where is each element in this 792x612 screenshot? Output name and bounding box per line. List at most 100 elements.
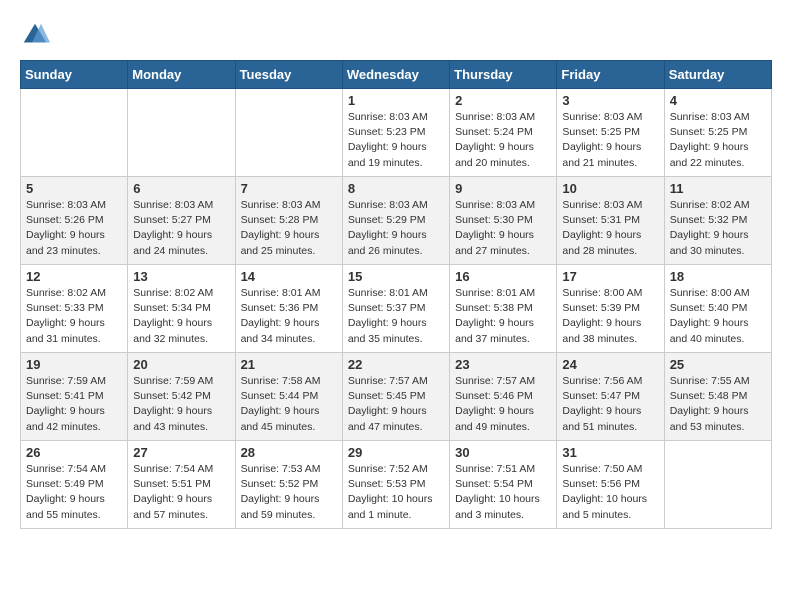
day-cell: 6 Sunrise: 8:03 AM Sunset: 5:27 PM Daylig… [128,177,235,265]
day-number: 9 [455,181,551,196]
day-cell: 3 Sunrise: 8:03 AM Sunset: 5:25 PM Daylig… [557,89,664,177]
day-number: 18 [670,269,766,284]
day-cell: 28Sunrise: 7:53 AM Sunset: 5:52 PM Dayli… [235,441,342,529]
day-info: Sunrise: 8:03 AM Sunset: 5:25 PM Dayligh… [562,110,658,171]
week-row-3: 12 Sunrise: 8:02 AM Sunset: 5:33 PM Dayli… [21,265,772,353]
day-info: Sunrise: 7:57 AM Sunset: 5:46 PM Dayligh… [455,374,551,435]
day-info: Sunrise: 8:03 AM Sunset: 5:30 PM Dayligh… [455,198,551,259]
day-info: Sunrise: 8:03 AM Sunset: 5:25 PM Dayligh… [670,110,766,171]
day-info: Sunrise: 7:52 AM Sunset: 5:53 PM Dayligh… [348,462,444,523]
day-cell: 2Sunrise: 8:03 AM Sunset: 5:24 PM Daylig… [450,89,557,177]
week-row-4: 19 Sunrise: 7:59 AM Sunset: 5:41 PM Dayli… [21,353,772,441]
day-header-tuesday: Tuesday [235,61,342,89]
day-info: Sunrise: 8:02 AM Sunset: 5:33 PM Dayligh… [26,286,122,347]
logo [20,20,54,50]
day-number: 14 [241,269,337,284]
day-number: 20 [133,357,229,372]
day-header-thursday: Thursday [450,61,557,89]
day-cell: 30 Sunrise: 7:51 AM Sunset: 5:54 PM Dayli… [450,441,557,529]
day-cell: 10Sunrise: 8:03 AM Sunset: 5:31 PM Dayli… [557,177,664,265]
day-cell: 16 Sunrise: 8:01 AM Sunset: 5:38 PM Dayli… [450,265,557,353]
day-cell [664,441,771,529]
day-cell: 15 Sunrise: 8:01 AM Sunset: 5:37 PM Dayli… [342,265,449,353]
day-info: Sunrise: 8:03 AM Sunset: 5:29 PM Dayligh… [348,198,444,259]
day-number: 15 [348,269,444,284]
day-cell: 1 Sunrise: 8:03 AM Sunset: 5:23 PM Daylig… [342,89,449,177]
day-info: Sunrise: 8:03 AM Sunset: 5:26 PM Dayligh… [26,198,122,259]
day-cell: 12 Sunrise: 8:02 AM Sunset: 5:33 PM Dayli… [21,265,128,353]
day-info: Sunrise: 7:54 AM Sunset: 5:51 PM Dayligh… [133,462,229,523]
day-number: 28 [241,445,337,460]
day-cell: 14 Sunrise: 8:01 AM Sunset: 5:36 PM Dayli… [235,265,342,353]
day-number: 8 [348,181,444,196]
day-cell: 11 Sunrise: 8:02 AM Sunset: 5:32 PM Dayli… [664,177,771,265]
day-number: 25 [670,357,766,372]
day-number: 17 [562,269,658,284]
day-info: Sunrise: 7:57 AM Sunset: 5:45 PM Dayligh… [348,374,444,435]
day-info: Sunrise: 7:56 AM Sunset: 5:47 PM Dayligh… [562,374,658,435]
day-cell: 13 Sunrise: 8:02 AM Sunset: 5:34 PM Dayli… [128,265,235,353]
day-number: 29 [348,445,444,460]
day-number: 13 [133,269,229,284]
day-number: 4 [670,93,766,108]
logo-icon [20,20,50,50]
day-number: 21 [241,357,337,372]
day-cell: 5Sunrise: 8:03 AM Sunset: 5:26 PM Daylig… [21,177,128,265]
day-number: 19 [26,357,122,372]
day-number: 3 [562,93,658,108]
day-number: 10 [562,181,658,196]
day-info: Sunrise: 7:54 AM Sunset: 5:49 PM Dayligh… [26,462,122,523]
day-header-saturday: Saturday [664,61,771,89]
day-cell: 31Sunrise: 7:50 AM Sunset: 5:56 PM Dayli… [557,441,664,529]
day-cell: 4 Sunrise: 8:03 AM Sunset: 5:25 PM Daylig… [664,89,771,177]
day-number: 16 [455,269,551,284]
day-cell: 23 Sunrise: 7:57 AM Sunset: 5:46 PM Dayli… [450,353,557,441]
day-cell: 19 Sunrise: 7:59 AM Sunset: 5:41 PM Dayli… [21,353,128,441]
header-row: SundayMondayTuesdayWednesdayThursdayFrid… [21,61,772,89]
day-cell: 17Sunrise: 8:00 AM Sunset: 5:39 PM Dayli… [557,265,664,353]
day-info: Sunrise: 8:00 AM Sunset: 5:40 PM Dayligh… [670,286,766,347]
day-cell: 26 Sunrise: 7:54 AM Sunset: 5:49 PM Dayli… [21,441,128,529]
day-cell: 25 Sunrise: 7:55 AM Sunset: 5:48 PM Dayli… [664,353,771,441]
day-info: Sunrise: 7:51 AM Sunset: 5:54 PM Dayligh… [455,462,551,523]
day-header-monday: Monday [128,61,235,89]
day-header-sunday: Sunday [21,61,128,89]
day-cell: 22Sunrise: 7:57 AM Sunset: 5:45 PM Dayli… [342,353,449,441]
day-cell [128,89,235,177]
day-info: Sunrise: 8:01 AM Sunset: 5:38 PM Dayligh… [455,286,551,347]
day-info: Sunrise: 8:02 AM Sunset: 5:32 PM Dayligh… [670,198,766,259]
day-info: Sunrise: 8:03 AM Sunset: 5:28 PM Dayligh… [241,198,337,259]
day-info: Sunrise: 8:02 AM Sunset: 5:34 PM Dayligh… [133,286,229,347]
day-info: Sunrise: 8:03 AM Sunset: 5:24 PM Dayligh… [455,110,551,171]
day-info: Sunrise: 8:03 AM Sunset: 5:23 PM Dayligh… [348,110,444,171]
day-info: Sunrise: 8:01 AM Sunset: 5:37 PM Dayligh… [348,286,444,347]
day-cell: 18 Sunrise: 8:00 AM Sunset: 5:40 PM Dayli… [664,265,771,353]
day-number: 1 [348,93,444,108]
week-row-5: 26 Sunrise: 7:54 AM Sunset: 5:49 PM Dayli… [21,441,772,529]
day-number: 6 [133,181,229,196]
day-info: Sunrise: 7:55 AM Sunset: 5:48 PM Dayligh… [670,374,766,435]
day-info: Sunrise: 7:59 AM Sunset: 5:42 PM Dayligh… [133,374,229,435]
week-row-1: 1 Sunrise: 8:03 AM Sunset: 5:23 PM Daylig… [21,89,772,177]
day-info: Sunrise: 8:01 AM Sunset: 5:36 PM Dayligh… [241,286,337,347]
week-row-2: 5Sunrise: 8:03 AM Sunset: 5:26 PM Daylig… [21,177,772,265]
day-number: 24 [562,357,658,372]
day-number: 26 [26,445,122,460]
calendar-table: SundayMondayTuesdayWednesdayThursdayFrid… [20,60,772,529]
day-number: 7 [241,181,337,196]
day-cell: 7 Sunrise: 8:03 AM Sunset: 5:28 PM Daylig… [235,177,342,265]
day-number: 23 [455,357,551,372]
day-info: Sunrise: 7:58 AM Sunset: 5:44 PM Dayligh… [241,374,337,435]
day-info: Sunrise: 8:03 AM Sunset: 5:27 PM Dayligh… [133,198,229,259]
page-header [20,20,772,50]
day-number: 30 [455,445,551,460]
day-number: 12 [26,269,122,284]
day-info: Sunrise: 7:50 AM Sunset: 5:56 PM Dayligh… [562,462,658,523]
day-cell: 20 Sunrise: 7:59 AM Sunset: 5:42 PM Dayli… [128,353,235,441]
day-number: 11 [670,181,766,196]
day-cell: 21 Sunrise: 7:58 AM Sunset: 5:44 PM Dayli… [235,353,342,441]
day-cell: 24 Sunrise: 7:56 AM Sunset: 5:47 PM Dayli… [557,353,664,441]
day-info: Sunrise: 7:59 AM Sunset: 5:41 PM Dayligh… [26,374,122,435]
day-cell [21,89,128,177]
day-cell: 8 Sunrise: 8:03 AM Sunset: 5:29 PM Daylig… [342,177,449,265]
